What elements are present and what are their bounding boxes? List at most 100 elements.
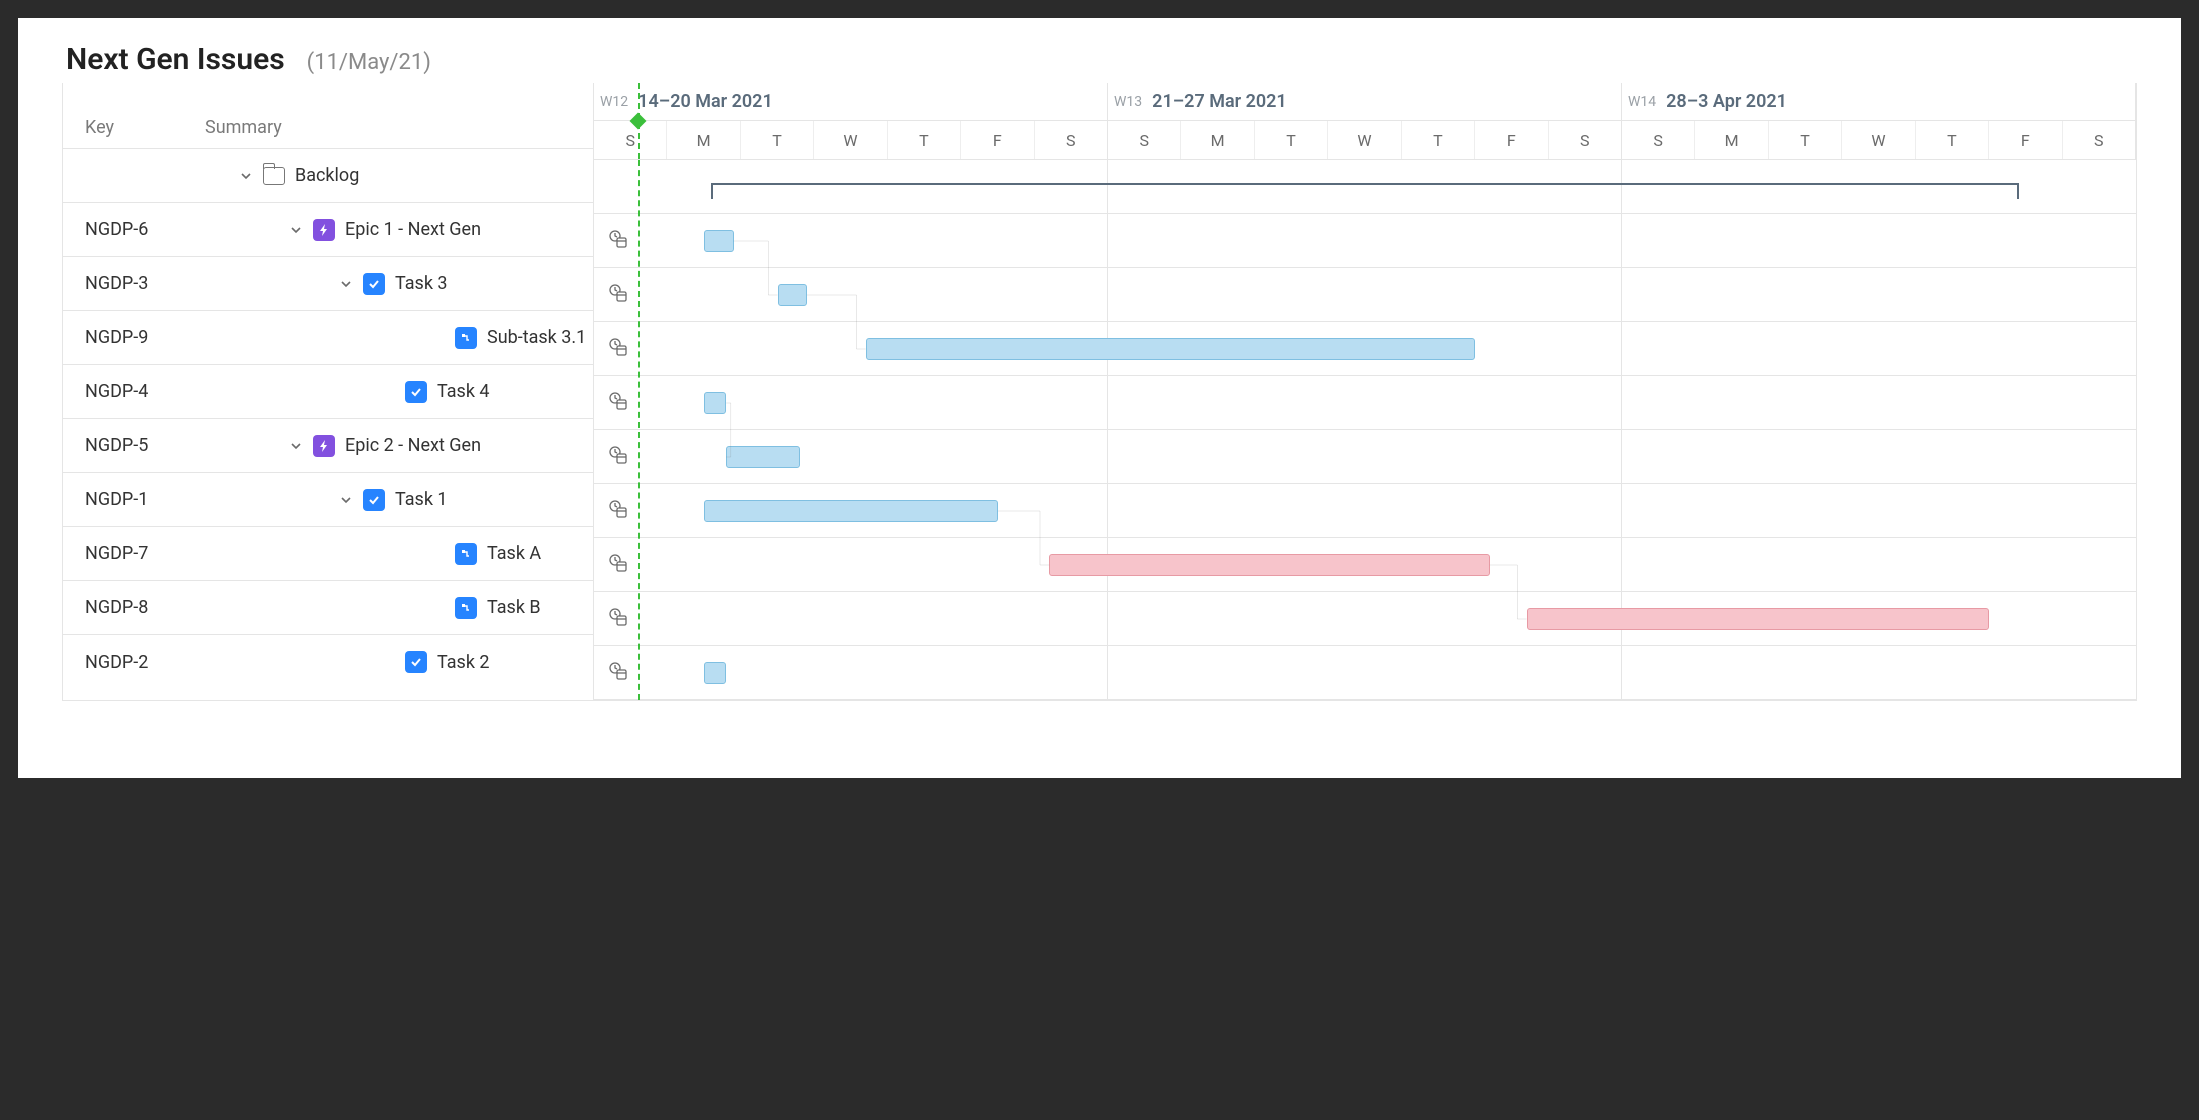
epic-icon (313, 219, 335, 241)
day-header: T (1769, 121, 1842, 159)
chevron-down-icon[interactable] (289, 439, 303, 453)
schedule-icon[interactable] (608, 283, 628, 307)
issue-summary: Task 1 (395, 489, 448, 510)
gantt-bar[interactable] (704, 392, 726, 414)
day-header: T (1916, 121, 1989, 159)
task-icon (363, 273, 385, 295)
gantt-bar[interactable] (704, 230, 733, 252)
day-header: F (961, 121, 1034, 159)
gantt-bar[interactable] (704, 662, 726, 684)
week-number: W12 (600, 94, 628, 110)
gantt-bar[interactable] (778, 284, 807, 306)
issue-key: NGDP-8 (85, 597, 205, 618)
schedule-icon[interactable] (608, 229, 628, 253)
schedule-icon[interactable] (608, 661, 628, 685)
schedule-icon[interactable] (608, 391, 628, 415)
week-header: W14 28–3 Apr 2021 (1622, 83, 2135, 121)
tree-row[interactable]: NGDP-3 Task 3 (63, 257, 593, 311)
tree-row[interactable]: NGDP-5 Epic 2 - Next Gen (63, 419, 593, 473)
gantt-bar[interactable] (1527, 608, 1990, 630)
schedule-icon[interactable] (608, 499, 628, 523)
timeline-row (594, 214, 2136, 268)
issue-key: NGDP-4 (85, 381, 205, 402)
issue-key: NGDP-2 (85, 652, 205, 673)
tree-row[interactable]: NGDP-4 Task 4 (63, 365, 593, 419)
schedule-icon[interactable] (608, 337, 628, 361)
week-range: 14–20 Mar 2021 (638, 91, 773, 112)
tree-row[interactable]: Backlog (63, 149, 593, 203)
task-icon (363, 489, 385, 511)
day-header: W (814, 121, 887, 159)
gantt-bar[interactable] (1049, 554, 1490, 576)
gantt-bar[interactable] (704, 500, 998, 522)
column-header-summary: Summary (205, 117, 282, 138)
issue-summary: Epic 1 - Next Gen (345, 219, 481, 240)
day-header: T (888, 121, 961, 159)
schedule-icon[interactable] (608, 445, 628, 469)
tree-row[interactable]: NGDP-6 Epic 1 - Next Gen (63, 203, 593, 257)
timeline-row (594, 646, 2136, 700)
chevron-down-icon[interactable] (339, 493, 353, 507)
issue-key: NGDP-7 (85, 543, 205, 564)
page-title: Next Gen Issues (66, 42, 285, 77)
tree-row[interactable]: NGDP-7 Task A (63, 527, 593, 581)
schedule-icon[interactable] (608, 607, 628, 631)
issue-summary: Task A (487, 543, 541, 564)
summary-bracket (711, 183, 2018, 191)
issue-summary: Epic 2 - Next Gen (345, 435, 481, 456)
issue-summary: Backlog (295, 165, 359, 186)
day-header: W (1842, 121, 1915, 159)
task-icon (405, 381, 427, 403)
day-header: F (1989, 121, 2062, 159)
task-icon (405, 651, 427, 673)
timeline-row (594, 430, 2136, 484)
day-header: S (1035, 121, 1107, 159)
week-number: W14 (1628, 94, 1656, 110)
tree-row[interactable]: NGDP-8 Task B (63, 581, 593, 635)
week-range: 28–3 Apr 2021 (1666, 91, 1787, 112)
day-header: F (1475, 121, 1548, 159)
page-subtitle: (11/May/21) (307, 50, 431, 75)
issue-summary: Task 2 (437, 652, 490, 673)
chevron-down-icon[interactable] (289, 223, 303, 237)
timeline-row (594, 268, 2136, 322)
week-header: W13 21–27 Mar 2021 (1108, 83, 1621, 121)
issue-key: NGDP-6 (85, 219, 205, 240)
issue-summary: Task 3 (395, 273, 448, 294)
subtask-icon (455, 327, 477, 349)
subtask-icon (455, 543, 477, 565)
tree-row[interactable]: NGDP-9 Sub-task 3.1 (63, 311, 593, 365)
week-range: 21–27 Mar 2021 (1152, 91, 1287, 112)
day-header: T (1255, 121, 1328, 159)
day-header: S (1622, 121, 1695, 159)
gantt-bar[interactable] (726, 446, 799, 468)
column-header-key: Key (85, 117, 205, 138)
day-header: S (594, 121, 667, 159)
issue-key: NGDP-5 (85, 435, 205, 456)
day-header: M (667, 121, 740, 159)
day-header: S (2063, 121, 2135, 159)
gantt-bar[interactable] (866, 338, 1475, 360)
tree-row[interactable]: NGDP-1 Task 1 (63, 473, 593, 527)
day-header: M (1181, 121, 1254, 159)
day-header: W (1328, 121, 1401, 159)
day-header: T (741, 121, 814, 159)
week-header: W12 14–20 Mar 2021 (594, 83, 1107, 121)
timeline-row (594, 376, 2136, 430)
issue-summary: Sub-task 3.1 (487, 327, 586, 348)
chevron-down-icon[interactable] (239, 169, 253, 183)
epic-icon (313, 435, 335, 457)
tree-row[interactable]: NGDP-2 Task 2 (63, 635, 593, 689)
chevron-down-icon[interactable] (339, 277, 353, 291)
issue-key: NGDP-1 (85, 489, 205, 510)
day-header: M (1695, 121, 1768, 159)
schedule-icon[interactable] (608, 553, 628, 577)
day-header: T (1402, 121, 1475, 159)
issue-key: NGDP-3 (85, 273, 205, 294)
issue-summary: Task B (487, 597, 541, 618)
day-header: S (1108, 121, 1181, 159)
subtask-icon (455, 597, 477, 619)
week-number: W13 (1114, 94, 1142, 110)
issue-summary: Task 4 (437, 381, 490, 402)
issue-key: NGDP-9 (85, 327, 205, 348)
